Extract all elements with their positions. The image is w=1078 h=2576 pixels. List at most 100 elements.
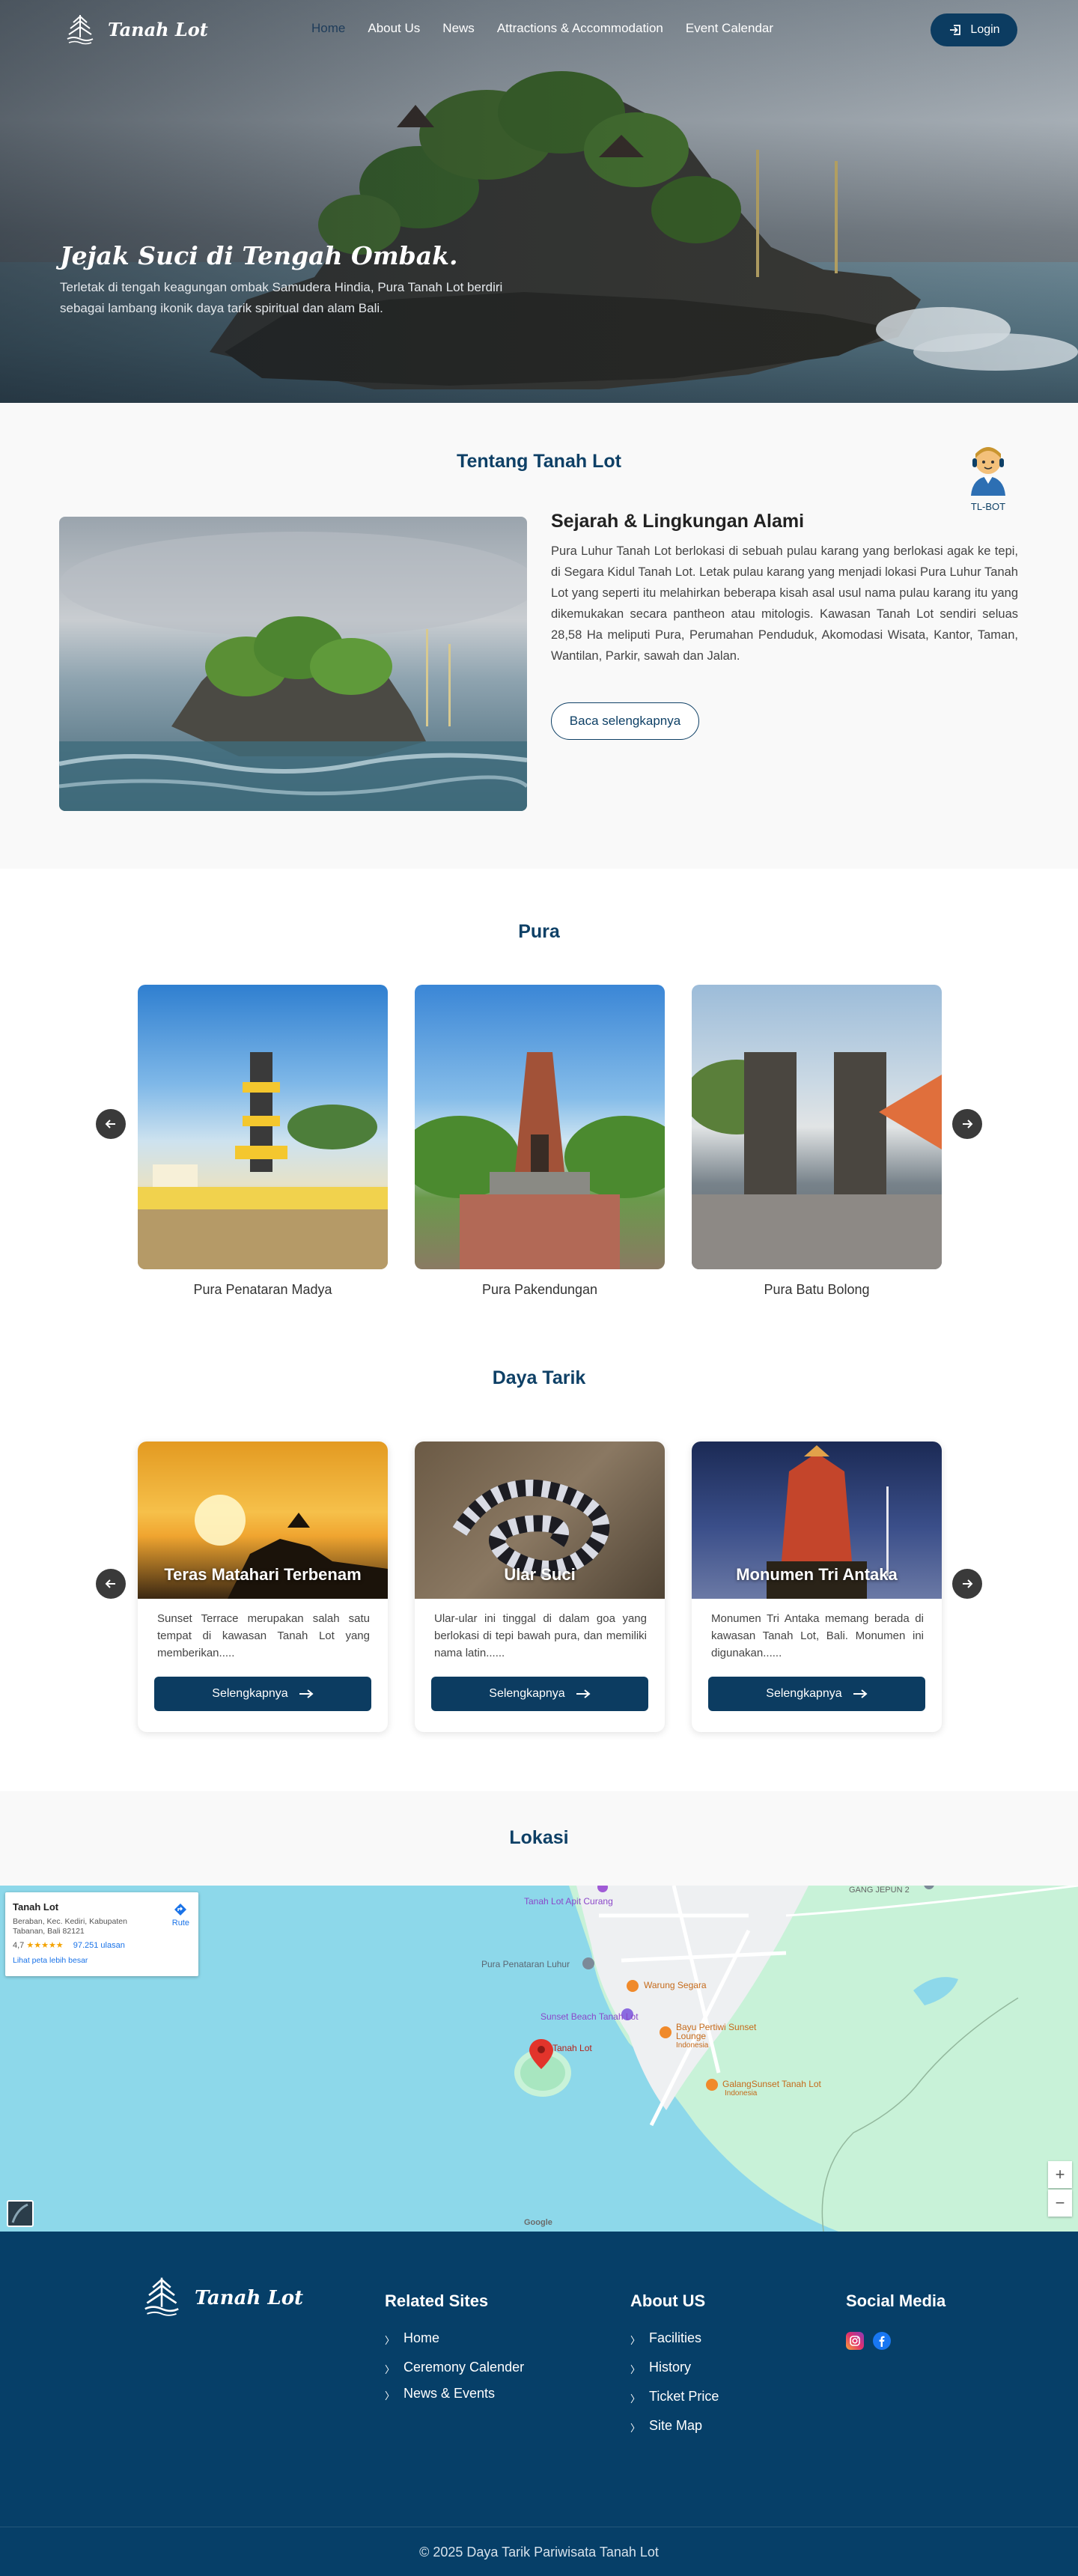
footer-social-icons bbox=[846, 2332, 891, 2350]
map-label: Tanah Lot bbox=[552, 2043, 592, 2053]
read-more-button[interactable]: Baca selengkapnya bbox=[551, 702, 699, 740]
hero-banner: Tanah Lot Home About Us News Attractions… bbox=[0, 0, 1078, 403]
footer-brand-name: Tanah Lot bbox=[195, 2287, 304, 2309]
pura-section: Pura Pura Penataran Madya Pura Pakendung… bbox=[0, 869, 1078, 1333]
hero-subtitle: Terletak di tengah keagungan ombak Samud… bbox=[60, 280, 503, 315]
footer-link-home[interactable]: 〉 Home bbox=[385, 2330, 524, 2360]
map-label: Pura Penataran Luhur bbox=[481, 1959, 570, 1969]
map-place-card: Tanah Lot Beraban, Kec. Kediri, Kabupate… bbox=[5, 1892, 198, 1976]
map-reviews-link[interactable]: 97.251 ulasan bbox=[73, 1941, 125, 1950]
hero-title: Jejak Suci di Tengah Ombak. bbox=[60, 241, 458, 270]
main-nav: Home About Us News Attractions & Accommo… bbox=[311, 21, 773, 36]
attraction-more-button[interactable]: Selengkapnya bbox=[708, 1677, 925, 1711]
nav-news[interactable]: News bbox=[442, 21, 475, 36]
pura-card-caption: Pura Batu Bolong bbox=[764, 1282, 870, 1297]
arrow-right-icon bbox=[299, 1689, 314, 1698]
map-zoom-out-button[interactable]: − bbox=[1048, 2190, 1072, 2217]
footer-about-list: 〉 Facilities 〉 History 〉 Ticket Price 〉 Site… bbox=[630, 2330, 719, 2447]
satellite-thumbnail-icon bbox=[11, 2203, 28, 2223]
attraction-more-button[interactable]: Selengkapnya bbox=[431, 1677, 648, 1711]
daya-next-button[interactable] bbox=[952, 1569, 982, 1599]
map-zoom-in-button[interactable]: + bbox=[1048, 2161, 1072, 2188]
pura-penataran-madya-image bbox=[138, 1052, 388, 1269]
map-label: Sunset Beach Tanah Lot bbox=[540, 2011, 639, 2022]
about-heading: Sejarah & Lingkungan Alami bbox=[551, 511, 805, 532]
attraction-title: Ular Suci bbox=[504, 1565, 576, 1584]
footer-brand[interactable]: Tanah Lot bbox=[139, 2273, 303, 2323]
chatbot-avatar-icon bbox=[971, 447, 1005, 496]
chatbot-widget[interactable]: TL-BOT bbox=[958, 442, 1018, 512]
footer-link-facilities[interactable]: 〉 Facilities bbox=[630, 2330, 719, 2360]
pura-card[interactable] bbox=[415, 985, 665, 1269]
map-label: Bayu Pertiwi Sunset Lounge bbox=[676, 2022, 757, 2041]
google-watermark: Google bbox=[524, 2218, 552, 2227]
lokasi-section-title: Lokasi bbox=[509, 1827, 569, 1848]
footer-link-site-map[interactable]: 〉 Site Map bbox=[630, 2418, 719, 2447]
attraction-card: Teras Matahari Terbenam Sunset Terrace m… bbox=[138, 1442, 388, 1732]
nav-about-us[interactable]: About Us bbox=[368, 21, 420, 36]
arrow-left-icon bbox=[105, 1579, 115, 1588]
footer-link-ticket-price[interactable]: 〉 Ticket Price bbox=[630, 2389, 719, 2418]
about-paragraph: Pura Luhur Tanah Lot berlokasi di sebuah… bbox=[551, 544, 1018, 663]
top-navbar: Tanah Lot Home About Us News Attractions… bbox=[0, 0, 1078, 60]
map-label: Indonesia bbox=[676, 2041, 709, 2050]
attraction-description: Monumen Tri Antaka memang berada di kawa… bbox=[711, 1612, 924, 1659]
map-label: GANG JEPUN 2 bbox=[849, 1886, 910, 1895]
facebook-icon[interactable] bbox=[873, 2332, 891, 2350]
arrow-right-icon bbox=[963, 1579, 973, 1588]
attraction-more-label: Selengkapnya bbox=[489, 1687, 565, 1700]
map-label: Warung Segara bbox=[644, 1980, 707, 1990]
pura-section-title: Pura bbox=[518, 921, 560, 942]
footer-social-title: Social Media bbox=[846, 2291, 946, 2310]
attraction-title: Monumen Tri Antaka bbox=[736, 1565, 898, 1584]
location-map[interactable]: Tanah Lot Apit Curang Pura Penataran Luh… bbox=[0, 1886, 1078, 2232]
map-larger-link[interactable]: Lihat peta lebih besar bbox=[13, 1956, 191, 1965]
daya-tarik-section-title: Daya Tarik bbox=[492, 1367, 586, 1388]
directions-icon bbox=[174, 1904, 187, 1916]
map-label: GalangSunset Tanah Lot bbox=[722, 2079, 821, 2089]
map-label: Tanah Lot Apit Curang bbox=[524, 1896, 613, 1907]
pura-card-caption: Pura Pakendungan bbox=[481, 1282, 598, 1297]
login-label: Login bbox=[970, 23, 1000, 36]
footer-copyright: © 2025 Daya Tarik Pariwisata Tanah Lot bbox=[419, 2545, 659, 2560]
nav-event-calendar[interactable]: Event Calendar bbox=[686, 21, 773, 36]
arrow-right-icon bbox=[963, 1120, 973, 1128]
brand-logo[interactable]: Tanah Lot bbox=[63, 12, 208, 46]
site-footer: Tanah Lot Related Sites 〉 Home 〉 Ceremony … bbox=[0, 2232, 1078, 2576]
map-label: Indonesia bbox=[725, 2089, 758, 2097]
attraction-description: Sunset Terrace merupakan salah satu temp… bbox=[157, 1612, 370, 1659]
daya-prev-button[interactable] bbox=[96, 1569, 126, 1599]
arrow-right-icon bbox=[576, 1689, 591, 1698]
pura-card[interactable] bbox=[138, 985, 388, 1269]
about-section: Tentang Tanah Lot TL-BOT Sejarah & Lingk… bbox=[0, 403, 1078, 869]
pura-card-caption: Pura Penataran Madya bbox=[193, 1282, 332, 1297]
nav-home[interactable]: Home bbox=[311, 21, 345, 36]
footer-related-list: 〉 Home 〉 Ceremony Calender 〉 News & Events bbox=[385, 2330, 524, 2415]
map-route-button[interactable]: Rute bbox=[172, 1903, 189, 1928]
attraction-card: Monumen Tri Antaka Monumen Tri Antaka me… bbox=[692, 1442, 942, 1732]
attraction-more-button[interactable]: Selengkapnya bbox=[154, 1677, 371, 1711]
pura-card[interactable] bbox=[692, 985, 942, 1269]
nav-attractions[interactable]: Attractions & Accommodation bbox=[497, 21, 663, 36]
footer-link-ceremony-calender[interactable]: 〉 Ceremony Calender bbox=[385, 2360, 524, 2386]
about-image bbox=[59, 517, 527, 811]
footer-link-news-events[interactable]: 〉 News & Events bbox=[385, 2386, 524, 2415]
login-button[interactable]: Login bbox=[931, 13, 1017, 46]
footer-link-history[interactable]: 〉 History bbox=[630, 2360, 719, 2389]
pura-prev-button[interactable] bbox=[96, 1109, 126, 1139]
pura-next-button[interactable] bbox=[952, 1109, 982, 1139]
attraction-more-label: Selengkapnya bbox=[212, 1687, 288, 1700]
map-place-address: Beraban, Kec. Kediri, Kabupaten Tabanan,… bbox=[13, 1917, 127, 1936]
pura-pakendungan-image bbox=[415, 1052, 665, 1269]
lokasi-section: Lokasi bbox=[0, 1791, 1078, 1886]
attraction-title: Teras Matahari Terbenam bbox=[164, 1565, 362, 1584]
map-satellite-toggle[interactable] bbox=[7, 2200, 34, 2227]
footer-related-title: Related Sites bbox=[385, 2291, 489, 2310]
instagram-icon[interactable] bbox=[846, 2332, 864, 2350]
brand-name: Tanah Lot bbox=[108, 18, 208, 40]
footer-about-title: About US bbox=[630, 2291, 706, 2310]
daya-tarik-section: Daya Tarik Teras Matahari Terbenam Sunse… bbox=[0, 1333, 1078, 1791]
pura-batu-bolong-image bbox=[692, 1052, 942, 1269]
arrow-right-icon bbox=[853, 1689, 868, 1698]
temple-logo-icon bbox=[67, 15, 94, 45]
